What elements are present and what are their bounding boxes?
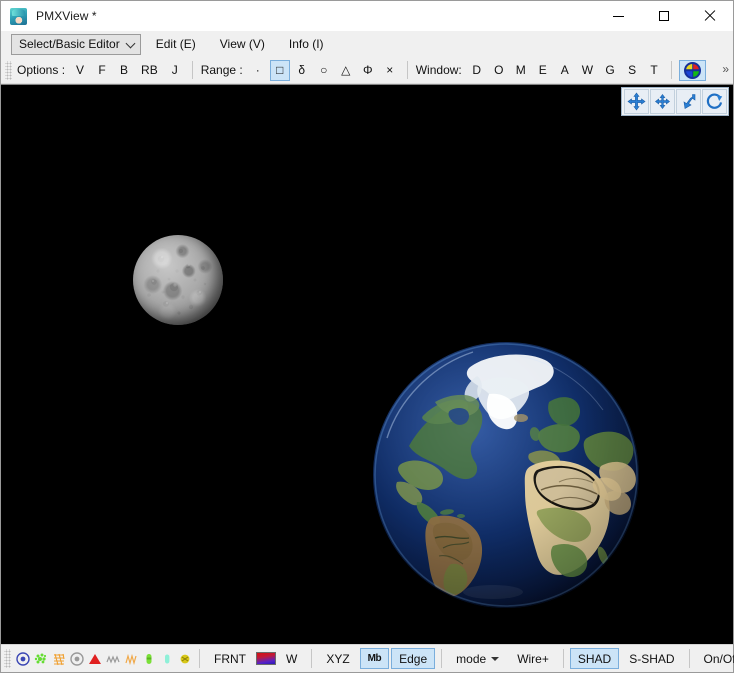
toolbar-option-j[interactable]: J xyxy=(165,60,185,81)
status-w[interactable]: W xyxy=(278,648,305,669)
maximize-button[interactable] xyxy=(641,1,687,31)
vertex-target-icon[interactable] xyxy=(15,648,31,670)
window-e[interactable]: E xyxy=(533,60,553,81)
minimize-button[interactable] xyxy=(595,1,641,31)
status-wire-plus[interactable]: Wire+ xyxy=(509,648,557,669)
range-phi[interactable]: Φ xyxy=(358,60,378,81)
pmxview-window: PMXView * Select/Basic Editor Edit (E) V… xyxy=(0,0,734,673)
zoom-arrow-icon[interactable] xyxy=(675,89,701,114)
pmxview-character-icon xyxy=(10,7,27,25)
axis-crosshair-icon xyxy=(684,61,702,79)
range-cross[interactable]: × xyxy=(380,60,400,81)
status-mb[interactable]: Mb xyxy=(359,648,390,669)
editor-mode-select[interactable]: Select/Basic Editor xyxy=(11,33,141,55)
toolbar-divider xyxy=(406,61,408,79)
status-edge[interactable]: Edge xyxy=(391,648,436,669)
menu-view[interactable]: View (V) xyxy=(211,34,274,54)
toolbar-option-rb[interactable]: RB xyxy=(136,60,163,81)
main-toolbar: Options : V F B RB J Range : · □ δ ○ △ Φ… xyxy=(1,57,733,84)
moon-crater-texture xyxy=(147,248,207,315)
close-icon xyxy=(704,10,716,22)
range-point[interactable]: · xyxy=(248,60,268,81)
mesh-wire-icon[interactable] xyxy=(51,648,67,670)
chevron-down-icon xyxy=(127,40,135,48)
toolbar-overflow-chevron[interactable]: » xyxy=(722,62,729,76)
status-s-shad[interactable]: S-SHAD xyxy=(621,648,682,669)
options-label: Options : xyxy=(17,63,66,77)
maximize-icon xyxy=(659,11,669,21)
range-label: Range : xyxy=(200,63,243,77)
menu-edit[interactable]: Edit (E) xyxy=(147,34,205,54)
status-frnt[interactable]: FRNT xyxy=(206,648,254,669)
rigidbody-cyan-icon[interactable] xyxy=(159,648,175,670)
window-controls xyxy=(595,1,733,31)
window-label: Window: xyxy=(415,63,462,77)
toolbar-divider xyxy=(671,61,673,79)
toolbar-grip-handle[interactable] xyxy=(5,60,12,80)
window-g[interactable]: G xyxy=(600,60,620,81)
statusbar-divider xyxy=(199,649,200,668)
menu-info[interactable]: Info (I) xyxy=(280,34,333,54)
window-w[interactable]: W xyxy=(577,60,598,81)
window-title: PMXView * xyxy=(36,9,97,23)
status-mode[interactable]: mode xyxy=(448,648,507,669)
chevron-down-icon xyxy=(491,656,500,661)
toolbar-option-b[interactable]: B xyxy=(114,60,134,81)
range-delta[interactable]: δ xyxy=(292,60,312,81)
window-d[interactable]: D xyxy=(467,60,487,81)
range-triangle[interactable]: △ xyxy=(336,60,356,81)
moon-sphere[interactable] xyxy=(133,235,223,325)
window-a[interactable]: A xyxy=(555,60,575,81)
toolbar-option-f[interactable]: F xyxy=(92,60,112,81)
statusbar-divider xyxy=(441,649,443,668)
window-m[interactable]: M xyxy=(511,60,531,81)
zigzag-gray-icon[interactable] xyxy=(105,648,121,670)
color-swatch[interactable] xyxy=(256,648,276,670)
status-shad[interactable]: SHAD xyxy=(569,648,620,669)
move-arrows-icon[interactable] xyxy=(649,89,675,114)
window-s[interactable]: S xyxy=(622,60,642,81)
earth-sphere[interactable] xyxy=(373,342,639,608)
editor-mode-value: Select/Basic Editor xyxy=(19,37,120,51)
range-square[interactable]: □ xyxy=(269,59,290,81)
pan-move-icon[interactable] xyxy=(623,89,649,114)
statusbar-divider xyxy=(311,649,313,668)
3d-viewport[interactable] xyxy=(1,84,733,644)
status-on-off[interactable]: On/Off xyxy=(696,648,734,669)
status-bar: FRNT W XYZ Mb Edge mode Wire+ SHAD S-SHA… xyxy=(1,644,734,672)
minimize-icon xyxy=(612,15,624,17)
statusbar-divider xyxy=(562,649,564,668)
window-t[interactable]: T xyxy=(644,60,664,81)
status-mode-label: mode xyxy=(456,651,487,666)
rigidbody-green-icon[interactable] xyxy=(141,648,157,670)
window-o[interactable]: O xyxy=(489,60,509,81)
color-swatch-fill xyxy=(256,652,276,665)
title-bar: PMXView * xyxy=(1,1,733,31)
menu-bar: Select/Basic Editor Edit (E) View (V) In… xyxy=(1,31,733,57)
toolbar-option-v[interactable]: V xyxy=(70,60,90,81)
zigzag-orange-icon[interactable] xyxy=(123,648,139,670)
earth-continents-texture xyxy=(374,343,638,607)
range-circle[interactable]: ○ xyxy=(314,60,334,81)
statusbar-grip-handle[interactable] xyxy=(4,649,11,668)
joint-yellow-icon[interactable] xyxy=(177,648,193,670)
viewport-nav-toolbar xyxy=(621,87,729,116)
rotate-icon[interactable] xyxy=(701,89,727,114)
toolbar-divider xyxy=(191,61,193,79)
vertex-cloud-icon[interactable] xyxy=(33,648,49,670)
status-xyz[interactable]: XYZ xyxy=(318,648,357,669)
ik-triangle-icon[interactable] xyxy=(87,648,103,670)
close-button[interactable] xyxy=(687,1,733,31)
statusbar-divider xyxy=(688,649,690,668)
axis-crosshair-button[interactable] xyxy=(679,59,707,81)
bone-target-icon[interactable] xyxy=(69,648,85,670)
